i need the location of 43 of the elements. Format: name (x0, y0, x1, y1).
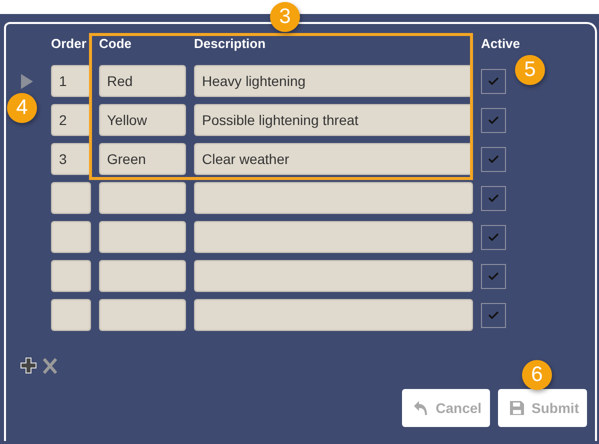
order-field[interactable] (51, 182, 91, 214)
order-field[interactable]: 3 (51, 143, 91, 175)
order-field[interactable] (51, 260, 91, 292)
add-icon[interactable] (20, 357, 38, 375)
active-checkbox[interactable] (481, 264, 506, 288)
undo-icon (414, 400, 428, 416)
description-field[interactable]: Heavy lightening (194, 65, 473, 97)
description-field[interactable] (194, 260, 473, 292)
description-field[interactable] (194, 182, 473, 214)
callout-badge: 3 (270, 2, 300, 32)
active-checkbox[interactable] (481, 108, 506, 132)
active-checkbox[interactable] (481, 302, 506, 328)
description-field[interactable]: Clear weather (194, 143, 473, 175)
column-header: Code (99, 35, 132, 51)
order-field[interactable]: 1 (51, 65, 91, 97)
checkmark-icon (488, 77, 499, 85)
code-field[interactable]: Yellow (99, 104, 186, 136)
column-header: Description (194, 35, 267, 51)
code-field[interactable] (99, 299, 186, 331)
code-field[interactable]: Green (99, 143, 186, 175)
checkmark-icon (488, 272, 499, 280)
code-field[interactable] (99, 221, 186, 253)
order-field[interactable] (51, 221, 91, 253)
description-field[interactable] (194, 299, 473, 331)
active-checkbox[interactable] (481, 146, 506, 172)
checkmark-icon (488, 155, 499, 163)
column-header: Order (51, 35, 88, 51)
checkmark-icon (488, 233, 499, 241)
active-checkbox[interactable] (481, 224, 506, 250)
order-field[interactable]: 2 (51, 104, 91, 136)
description-field[interactable] (194, 221, 473, 253)
description-field[interactable]: Possible lightening threat (194, 104, 473, 136)
delete-icon[interactable] (42, 357, 58, 375)
code-field[interactable] (99, 260, 186, 292)
active-checkbox[interactable] (481, 186, 506, 210)
code-field[interactable]: Red (99, 65, 186, 97)
column-header: Active (481, 35, 522, 51)
checkmark-icon (488, 116, 499, 124)
code-field[interactable] (99, 182, 186, 214)
checkmark-icon (488, 311, 499, 319)
active-checkbox[interactable] (481, 68, 506, 94)
order-field[interactable] (51, 299, 91, 331)
checkmark-icon (488, 194, 499, 202)
